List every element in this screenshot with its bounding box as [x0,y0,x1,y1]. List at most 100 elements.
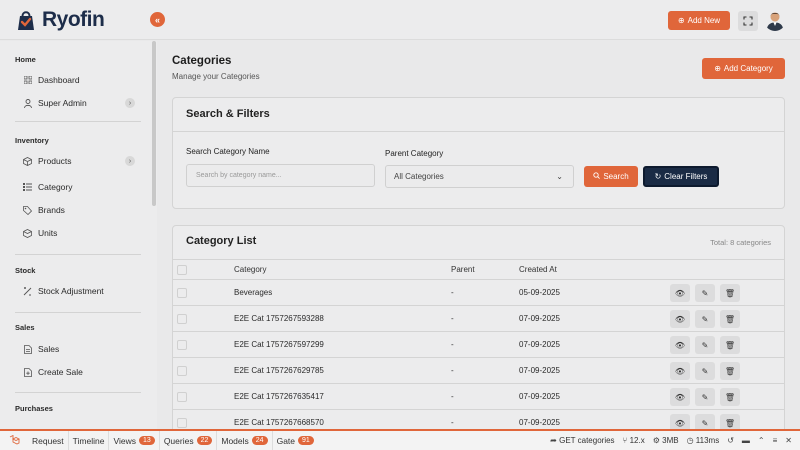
table-row: E2E Cat 1757267597299 - 07-09-2025 👁 ✎ 🗑 [173,331,784,357]
count-badge: 22 [196,436,213,445]
sidebar-item-category[interactable]: Category [23,182,135,192]
sidebar-item-create-sale[interactable]: Create Sale [23,367,135,377]
trash-icon: 🗑 [724,288,736,298]
count-badge: 24 [251,436,268,445]
laravel-icon[interactable] [8,435,20,447]
sidebar-scrollbar[interactable] [152,41,156,206]
row-checkbox[interactable] [177,288,187,298]
debug-tab-timeline[interactable]: Timeline [69,431,110,450]
delete-button[interactable]: 🗑 [720,336,740,354]
chevron-down-icon: ⌄ [556,172,563,181]
parent-cell: - [451,314,454,323]
sidebar-item-stock-adjustment[interactable]: Stock Adjustment [23,286,135,296]
edit-icon: ✎ [701,314,709,324]
category-name-input[interactable]: Search by category name... [186,164,375,187]
cogs-icon: ⚙ [652,436,660,445]
sidebar-item-sales[interactable]: Sales [23,344,135,354]
trash-icon: 🗑 [724,366,736,376]
edit-button[interactable]: ✎ [695,284,715,302]
debug-tab-views[interactable]: Views 13 [109,431,160,450]
view-button[interactable]: 👁 [670,362,690,380]
history-icon[interactable]: ↺ [727,436,734,445]
user-avatar-icon [764,9,786,31]
row-checkbox[interactable] [177,392,187,402]
chevron-right-icon: › [125,98,135,108]
debug-tab-label: Views [113,435,137,446]
edit-button[interactable]: ✎ [695,310,715,328]
search-button[interactable]: Search [584,166,638,187]
created-at-cell: 07-09-2025 [519,418,560,427]
grid-icon [23,76,32,85]
debug-bar: Request Timeline Views 13 Queries 22 Model… [0,429,800,450]
sidebar-item-label: Stock Adjustment [38,286,104,296]
add-category-button[interactable]: ⊕ Add Category [702,58,785,79]
view-button[interactable]: 👁 [670,310,690,328]
sidebar-section-stock: Stock [15,266,36,275]
parent-category-label: Parent Category [385,149,444,158]
delete-button[interactable]: 🗑 [720,362,740,380]
debug-time[interactable]: ◷ 113ms [687,436,720,445]
debug-tab-gate[interactable]: Gate 91 [273,431,318,450]
table-header-row: Category Parent Created At [173,259,784,279]
debug-route[interactable]: ➦ GET categories [550,436,614,445]
count-badge: 13 [139,436,155,445]
adjust-icon [23,286,32,296]
row-checkbox[interactable] [177,340,187,350]
fullscreen-button[interactable] [738,11,758,31]
sidebar-collapse-button[interactable]: « [150,12,165,27]
edit-button[interactable]: ✎ [695,336,715,354]
view-button[interactable]: 👁 [670,388,690,406]
edit-icon: ✎ [701,366,709,376]
sidebar-item-products[interactable]: Products › [23,156,135,166]
memory-text: 3MB [662,436,679,445]
settings-icon[interactable]: ≡ [773,436,778,445]
eye-icon: 👁 [674,288,686,298]
eye-icon: 👁 [674,366,686,376]
delete-button[interactable]: 🗑 [720,310,740,328]
parent-category-value: All Categories [394,172,444,181]
trash-icon: 🗑 [724,340,736,350]
row-checkbox[interactable] [177,314,187,324]
folder-icon[interactable]: ▬ [742,436,750,445]
sidebar-item-brands[interactable]: Brands [23,205,135,215]
created-at-cell: 07-09-2025 [519,392,560,401]
edit-button[interactable]: ✎ [695,388,715,406]
clear-filters-button[interactable]: ↻ Clear Filters [643,166,719,187]
table-row: E2E Cat 1757267629785 - 07-09-2025 👁 ✎ 🗑 [173,357,784,383]
view-button[interactable]: 👁 [670,336,690,354]
add-new-button[interactable]: ⊕ Add New [668,11,730,30]
brand-name: Ryofin [42,8,105,31]
debug-bar-status: ➦ GET categories ⑂ 12.x ⚙ 3MB ◷ 113ms ↺ … [550,431,792,450]
category-cell: Beverages [234,288,273,297]
row-checkbox[interactable] [177,366,187,376]
delete-button[interactable]: 🗑 [720,284,740,302]
edit-icon: ✎ [701,288,709,298]
brand-logo[interactable]: Ryofin [14,8,105,32]
view-button[interactable]: 👁 [670,284,690,302]
debug-tab-models[interactable]: Models 24 [217,431,273,450]
filters-title: Search & Filters [186,108,270,120]
debug-tab-request[interactable]: Request [28,431,69,450]
sidebar-item-units[interactable]: Units [23,228,135,238]
parent-cell: - [451,418,454,427]
edit-button[interactable]: ✎ [695,362,715,380]
debug-tab-queries[interactable]: Queries 22 [160,431,218,450]
delete-button[interactable]: 🗑 [720,388,740,406]
chevron-up-icon[interactable]: ⌃ [758,436,765,445]
user-avatar[interactable] [764,9,786,31]
category-cell: E2E Cat 1757267597299 [234,340,324,349]
sidebar-item-label: Dashboard [38,75,80,85]
category-name-label: Search Category Name [186,147,270,156]
trash-icon: 🗑 [724,314,736,324]
debug-tab-label: Gate [276,435,296,446]
debug-version[interactable]: ⑂ 12.x [623,436,645,445]
row-checkbox[interactable] [177,418,187,428]
category-list-card: Category List Total: 8 categories Catego… [172,225,785,435]
sidebar-section-sales: Sales [15,323,35,332]
select-all-checkbox[interactable] [177,265,187,275]
sidebar-item-super-admin[interactable]: Super Admin › [23,98,135,108]
sidebar-item-dashboard[interactable]: Dashboard [23,75,135,85]
parent-category-select[interactable]: All Categories ⌄ [385,165,574,188]
close-icon[interactable]: ✕ [785,436,792,445]
debug-memory[interactable]: ⚙ 3MB [653,436,679,445]
